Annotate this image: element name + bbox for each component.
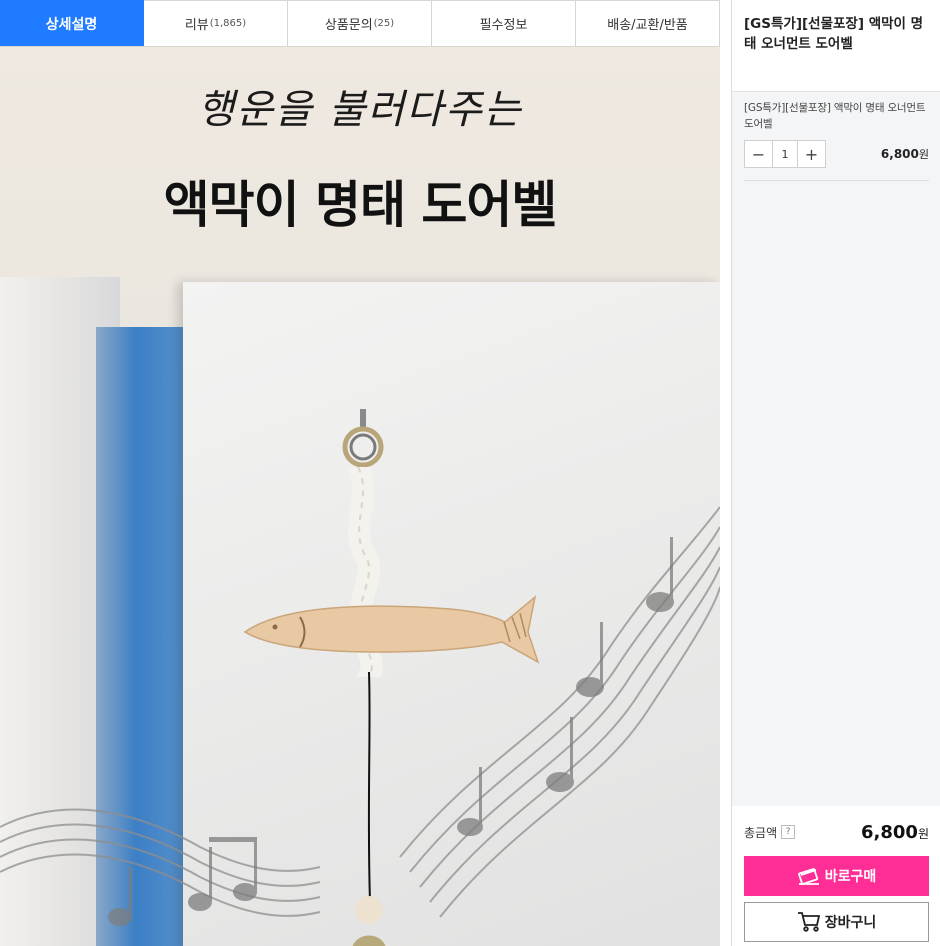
quantity-input[interactable]: 1	[772, 141, 798, 167]
tab-inquiries[interactable]: 상품문의 (25)	[288, 0, 432, 46]
tab-reviews-count: (1,865)	[209, 18, 247, 29]
card-icon	[797, 866, 821, 886]
buy-now-label: 바로구매	[824, 869, 877, 885]
bell-bead-image	[352, 896, 386, 946]
hanging-string-image	[367, 672, 371, 902]
total-label: 총금액 ?	[744, 824, 796, 841]
total-price-value: 6,800	[861, 821, 918, 843]
product-detail-page: 상세설명 리뷰(1,865) 상품문의(25) 필수정보 배송/교환/반품	[0, 0, 940, 946]
option-price: 6,800원	[881, 146, 929, 162]
total-label-text: 총금액	[744, 825, 778, 840]
wooden-fish-image	[243, 595, 540, 664]
tab-inquiries-label: 상품문의	[324, 18, 373, 33]
product-detail-image: 행운을 불러다주는 액막이 명태 도어벨	[0, 47, 720, 946]
decrease-quantity-button[interactable]: −	[745, 141, 772, 167]
option-price-value: 6,800	[880, 147, 919, 161]
tab-reviews[interactable]: 리뷰 (1,865)	[144, 0, 288, 46]
banner-script-text: 행운을 불러다주는	[197, 87, 523, 133]
tab-description-label: 상세설명	[45, 16, 98, 33]
option-name: [GS특가][선물포장] 액막이 명태 오너먼트 도어벨	[744, 102, 926, 130]
detail-tab-bar: 상세설명 리뷰 (1,865) 상품문의 (25) 필수정보 배송/교환/반품	[0, 0, 720, 47]
selected-option-panel: [GS특가][선물포장] 액막이 명태 오너먼트 도어벨 − 1 + 6,800…	[732, 92, 940, 806]
sidebar-title-box: [GS특가][선물포장] 액막이 명태 오너먼트 도어벨	[732, 0, 940, 92]
order-summary: 총금액 ? 6,800원 바로구매 장바구니	[732, 806, 940, 946]
cart-icon	[797, 911, 821, 933]
total-row: 총금액 ? 6,800원	[744, 816, 929, 848]
order-sidebar: [GS특가][선물포장] 액막이 명태 오너먼트 도어벨 [GS특가][선물포장…	[731, 0, 940, 946]
banner-main-text: 액막이 명태 도어벨	[163, 176, 558, 234]
tab-shipping-returns-label: 배송/교환/반품	[607, 18, 688, 33]
product-title: [GS특가][선물포장] 액막이 명태 오너먼트 도어벨	[744, 16, 924, 52]
option-row: − 1 + 6,800원	[744, 140, 929, 181]
option-price-unit: 원	[918, 148, 929, 161]
tab-description[interactable]: 상세설명	[0, 0, 144, 46]
quantity-stepper: − 1 +	[744, 140, 826, 168]
increase-quantity-button[interactable]: +	[798, 141, 825, 167]
tab-required-info-label: 필수정보	[479, 18, 528, 33]
total-price: 6,800원	[861, 822, 929, 843]
tab-required-info[interactable]: 필수정보	[432, 0, 576, 46]
tab-reviews-label: 리뷰	[184, 18, 209, 33]
hook-ring-image	[342, 409, 384, 468]
add-to-cart-label: 장바구니	[824, 915, 877, 931]
buy-now-button[interactable]: 바로구매	[744, 856, 929, 896]
help-icon[interactable]: ?	[781, 825, 796, 839]
tab-inquiries-count: (25)	[373, 18, 395, 29]
tab-shipping-returns[interactable]: 배송/교환/반품	[576, 0, 720, 46]
add-to-cart-button[interactable]: 장바구니	[744, 902, 929, 942]
total-price-unit: 원	[917, 826, 929, 841]
